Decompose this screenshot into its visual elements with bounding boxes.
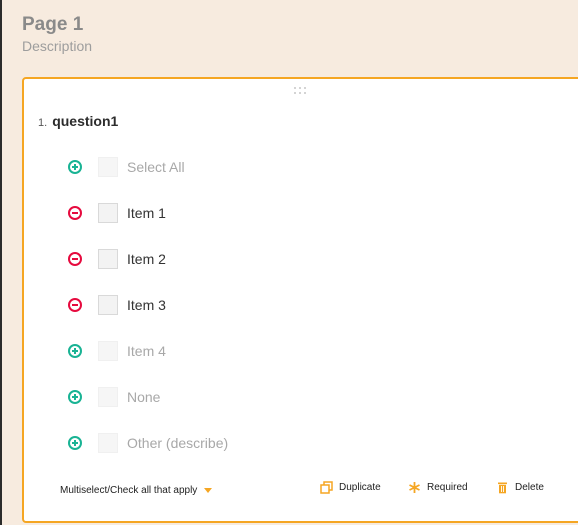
asterisk-icon bbox=[409, 482, 420, 493]
choice-item-1: Item 1 bbox=[68, 202, 166, 224]
required-button[interactable]: Required bbox=[408, 481, 468, 494]
trash-icon bbox=[498, 482, 507, 494]
choice-checkbox[interactable] bbox=[98, 433, 118, 453]
page-panel: Page 1 Description 1. question1 Select A… bbox=[0, 0, 578, 525]
question-type-label: Multiselect/Check all that apply bbox=[60, 485, 198, 496]
plus-circle-icon[interactable] bbox=[68, 160, 82, 174]
plus-circle-icon[interactable] bbox=[68, 436, 82, 450]
delete-label: Delete bbox=[515, 482, 544, 493]
choice-label[interactable]: Item 1 bbox=[127, 205, 166, 221]
minus-circle-icon[interactable] bbox=[68, 298, 82, 312]
choice-label[interactable]: Other (describe) bbox=[127, 435, 228, 451]
duplicate-button[interactable]: Duplicate bbox=[320, 481, 381, 494]
choice-label[interactable]: Item 4 bbox=[127, 343, 166, 359]
choice-checkbox[interactable] bbox=[98, 157, 118, 177]
choice-other: Other (describe) bbox=[68, 432, 228, 454]
question-name[interactable]: question1 bbox=[52, 113, 118, 129]
choice-checkbox[interactable] bbox=[98, 203, 118, 223]
minus-circle-icon[interactable] bbox=[68, 206, 82, 220]
choice-item-4: Item 4 bbox=[68, 340, 166, 362]
question-title: 1. question1 bbox=[38, 113, 118, 129]
choice-checkbox[interactable] bbox=[98, 249, 118, 269]
choice-label[interactable]: None bbox=[127, 389, 160, 405]
page-header: Page 1 Description bbox=[22, 14, 92, 54]
plus-circle-icon[interactable] bbox=[68, 390, 82, 404]
choice-label[interactable]: Select All bbox=[127, 159, 185, 175]
choice-checkbox[interactable] bbox=[98, 341, 118, 361]
required-label: Required bbox=[427, 482, 468, 493]
question-type-dropdown[interactable]: Multiselect/Check all that apply bbox=[60, 485, 213, 496]
delete-button[interactable]: Delete bbox=[496, 481, 544, 494]
choice-checkbox[interactable] bbox=[98, 387, 118, 407]
minus-circle-icon[interactable] bbox=[68, 252, 82, 266]
question-number: 1. bbox=[38, 117, 48, 129]
choice-item-3: Item 3 bbox=[68, 294, 166, 316]
choice-checkbox[interactable] bbox=[98, 295, 118, 315]
drag-handle-icon[interactable] bbox=[294, 87, 308, 97]
question-toolbar: Multiselect/Check all that apply Duplica… bbox=[24, 479, 578, 503]
choice-label[interactable]: Item 3 bbox=[127, 297, 166, 313]
plus-circle-icon[interactable] bbox=[68, 344, 82, 358]
duplicate-icon bbox=[320, 481, 333, 494]
page-description[interactable]: Description bbox=[22, 38, 92, 54]
choice-select-all: Select All bbox=[68, 156, 185, 178]
duplicate-label: Duplicate bbox=[339, 482, 381, 493]
question-card[interactable]: 1. question1 Select All Item 1 Item 2 It… bbox=[22, 77, 578, 523]
choice-label[interactable]: Item 2 bbox=[127, 251, 166, 267]
chevron-down-icon bbox=[204, 488, 213, 493]
page-title[interactable]: Page 1 bbox=[22, 14, 92, 36]
choice-none: None bbox=[68, 386, 160, 408]
choice-item-2: Item 2 bbox=[68, 248, 166, 270]
